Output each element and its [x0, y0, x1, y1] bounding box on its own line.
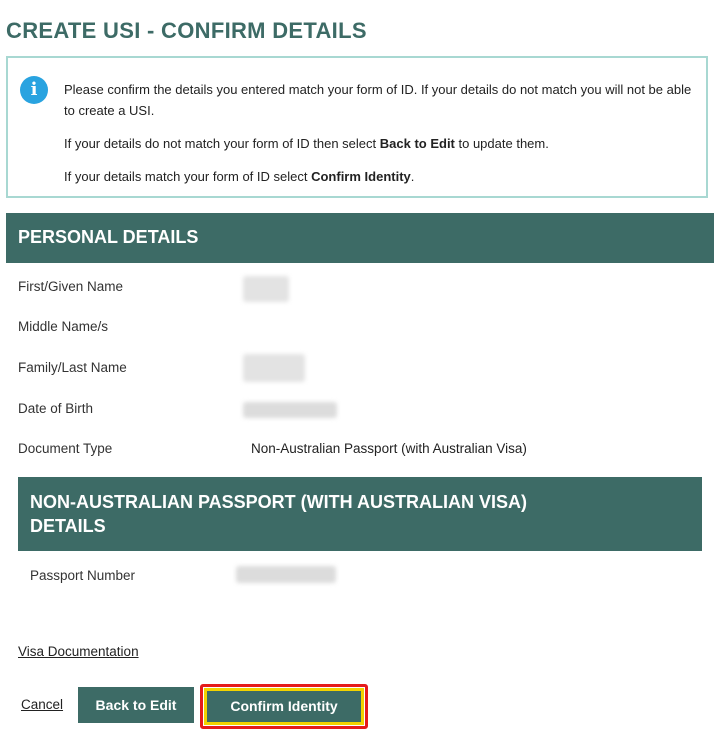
- info-confirm-identity-emphasis: Confirm Identity: [311, 169, 411, 184]
- info-paragraph-3: If your details match your form of ID se…: [64, 166, 700, 187]
- info-back-to-edit-emphasis: Back to Edit: [379, 136, 455, 151]
- passport-number-label: Passport Number: [30, 568, 136, 583]
- info-paragraph-2-suffix: to update them.: [454, 136, 549, 151]
- info-icon: i: [20, 76, 48, 104]
- last-name-value-redacted: [243, 354, 305, 382]
- passport-details-header-line-2: DETAILS: [30, 516, 106, 536]
- info-paragraph-1: Please confirm the details you entered m…: [64, 82, 692, 118]
- last-name-label: Family/Last Name: [18, 360, 127, 375]
- info-paragraph-2-prefix: If your details do not match your form o…: [64, 136, 380, 151]
- date-of-birth-value-redacted: [243, 402, 337, 418]
- first-name-label: First/Given Name: [18, 279, 124, 294]
- cancel-link[interactable]: Cancel: [21, 697, 63, 712]
- first-name-value-redacted: [243, 276, 289, 302]
- visa-documentation-link[interactable]: Visa Documentation: [18, 644, 139, 659]
- page-title: CREATE USI - CONFIRM DETAILS: [6, 18, 367, 43]
- info-paragraph-2: If your details do not match your form o…: [64, 133, 700, 154]
- back-to-edit-button[interactable]: Back to Edit: [78, 687, 194, 723]
- document-type-label: Document Type: [18, 441, 113, 456]
- info-paragraph-3-prefix: If your details match your form of ID se…: [64, 169, 312, 184]
- passport-details-header: NON-AUSTRALIAN PASSPORT (WITH AUSTRALIAN…: [18, 477, 702, 551]
- document-type-value: Non-Australian Passport (with Australian…: [251, 441, 527, 456]
- personal-details-header: PERSONAL DETAILS: [6, 213, 714, 263]
- passport-details-header-line-1: NON-AUSTRALIAN PASSPORT (WITH AUSTRALIAN…: [30, 492, 527, 512]
- middle-name-label: Middle Name/s: [18, 319, 109, 334]
- date-of-birth-label: Date of Birth: [18, 401, 94, 416]
- confirm-identity-button[interactable]: Confirm Identity: [204, 688, 364, 725]
- info-paragraph-3-suffix: .: [410, 169, 415, 184]
- info-box: i Please confirm the details you entered…: [6, 56, 708, 198]
- passport-number-value-redacted: [236, 566, 336, 583]
